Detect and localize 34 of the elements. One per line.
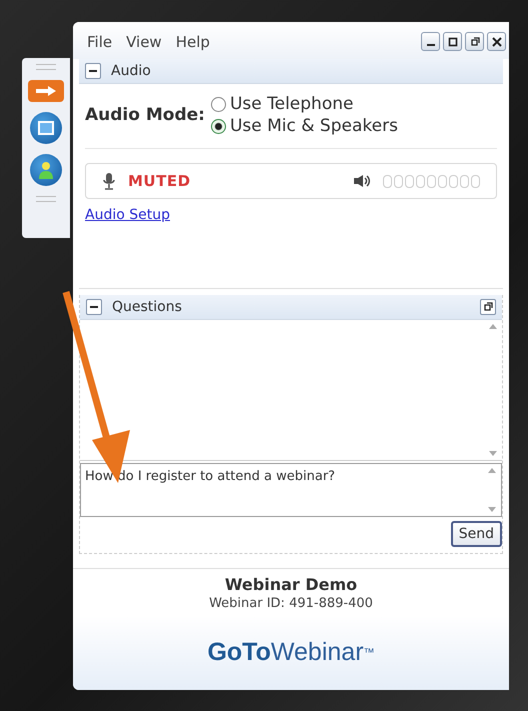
screen-button[interactable]	[30, 112, 62, 144]
radio-button[interactable]	[210, 96, 226, 112]
close-button[interactable]	[487, 32, 506, 51]
restore-icon	[470, 36, 480, 46]
minimize-icon	[426, 44, 434, 46]
maximize-icon	[448, 36, 458, 46]
arrow-button[interactable]	[28, 80, 64, 102]
speaker-icon[interactable]	[353, 174, 371, 188]
audio-mode-label: Audio Mode:	[85, 105, 205, 125]
panel-title: Questions	[112, 299, 182, 315]
collapse-button[interactable]	[86, 299, 102, 315]
collapse-button[interactable]	[85, 63, 101, 79]
menu-item[interactable]: View	[126, 32, 162, 50]
menu-item[interactable]: Help	[176, 32, 210, 50]
close-icon	[492, 36, 502, 46]
restore-button[interactable]	[465, 32, 484, 51]
radio-option[interactable]: Use Telephone	[210, 94, 398, 114]
attendee-button[interactable]	[30, 154, 62, 186]
panel-title: Audio	[111, 63, 151, 79]
minimize-button[interactable]	[421, 32, 440, 51]
person-icon	[37, 160, 55, 180]
window-icon	[38, 121, 54, 135]
send-button[interactable]: Send	[450, 521, 502, 547]
audio-setup-link[interactable]: Audio Setup	[85, 207, 170, 223]
maximize-button[interactable]	[443, 32, 462, 51]
webinar-name: Webinar Demo	[224, 575, 358, 594]
webinar-id: Webinar ID: 491-889-400	[209, 596, 373, 611]
microphone-icon[interactable]	[102, 172, 116, 190]
mic-status: MUTED	[128, 172, 191, 190]
popout-icon	[483, 302, 493, 312]
popout-button[interactable]	[480, 299, 496, 315]
menu-item[interactable]: File	[87, 32, 112, 50]
option-label: Use Telephone	[230, 94, 354, 114]
radio-button[interactable]	[210, 118, 226, 134]
